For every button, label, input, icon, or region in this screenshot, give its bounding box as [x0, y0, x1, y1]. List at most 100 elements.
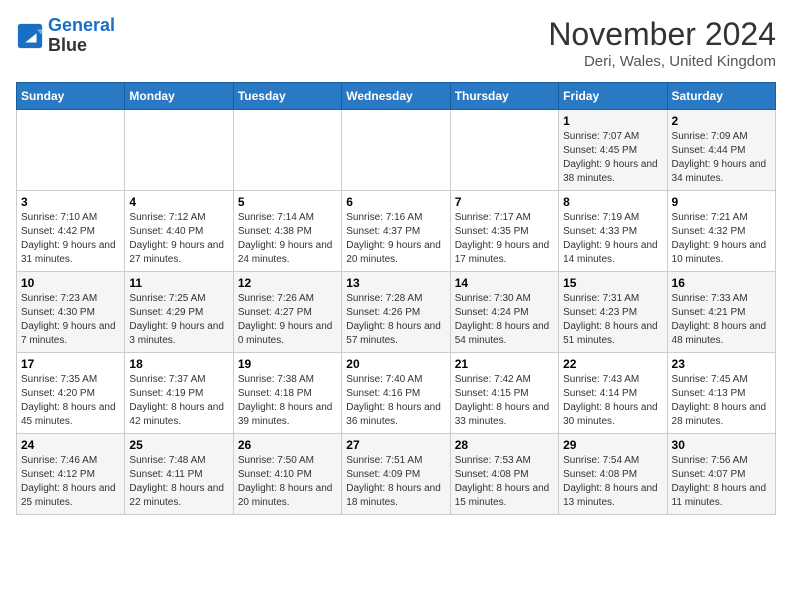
day-info: Sunrise: 7:14 AM Sunset: 4:38 PM Dayligh… [238, 211, 337, 267]
day-number: 30 [672, 438, 771, 452]
calendar-cell: 4 Sunrise: 7:12 AM Sunset: 4:40 PM Daylig… [125, 191, 233, 272]
calendar-cell: 30 Sunrise: 7:56 AM Sunset: 4:07 PM Dayli… [667, 434, 775, 515]
calendar-cell: 6 Sunrise: 7:16 AM Sunset: 4:37 PM Daylig… [342, 191, 450, 272]
calendar-cell: 5Sunrise: 7:14 AM Sunset: 4:38 PM Daylig… [233, 191, 341, 272]
day-info: Sunrise: 7:25 AM Sunset: 4:29 PM Dayligh… [129, 292, 228, 348]
day-header-monday: Monday [125, 83, 233, 110]
logo-icon [16, 22, 44, 50]
day-number: 18 [129, 357, 228, 371]
calendar-cell: 21 Sunrise: 7:42 AM Sunset: 4:15 PM Dayli… [450, 353, 558, 434]
day-info: Sunrise: 7:53 AM Sunset: 4:08 PM Dayligh… [455, 454, 554, 510]
day-info: Sunrise: 7:33 AM Sunset: 4:21 PM Dayligh… [672, 292, 771, 348]
calendar-cell [17, 110, 125, 191]
day-number: 12 [238, 276, 337, 290]
calendar-cell: 16Sunrise: 7:33 AM Sunset: 4:21 PM Dayli… [667, 272, 775, 353]
calendar-cell: 12 Sunrise: 7:26 AM Sunset: 4:27 PM Dayli… [233, 272, 341, 353]
day-number: 17 [21, 357, 120, 371]
calendar-cell: 14 Sunrise: 7:30 AM Sunset: 4:24 PM Dayli… [450, 272, 558, 353]
logo: General Blue [16, 16, 115, 56]
calendar-cell: 26 Sunrise: 7:50 AM Sunset: 4:10 PM Dayli… [233, 434, 341, 515]
calendar-cell: 3Sunrise: 7:10 AM Sunset: 4:42 PM Daylig… [17, 191, 125, 272]
calendar-cell: 9 Sunrise: 7:21 AM Sunset: 4:32 PM Daylig… [667, 191, 775, 272]
day-info: Sunrise: 7:21 AM Sunset: 4:32 PM Dayligh… [672, 211, 771, 267]
day-header-sunday: Sunday [17, 83, 125, 110]
day-info: Sunrise: 7:56 AM Sunset: 4:07 PM Dayligh… [672, 454, 771, 510]
calendar-cell: 11 Sunrise: 7:25 AM Sunset: 4:29 PM Dayli… [125, 272, 233, 353]
day-number: 8 [563, 195, 662, 209]
day-number: 13 [346, 276, 445, 290]
calendar-week-5: 24 Sunrise: 7:46 AM Sunset: 4:12 PM Dayli… [17, 434, 776, 515]
calendar-subtitle: Deri, Wales, United Kingdom [548, 53, 776, 70]
day-number: 2 [672, 114, 771, 128]
day-number: 24 [21, 438, 120, 452]
day-number: 25 [129, 438, 228, 452]
day-number: 9 [672, 195, 771, 209]
calendar-cell [125, 110, 233, 191]
day-info: Sunrise: 7:40 AM Sunset: 4:16 PM Dayligh… [346, 373, 445, 429]
day-info: Sunrise: 7:31 AM Sunset: 4:23 PM Dayligh… [563, 292, 662, 348]
day-info: Sunrise: 7:38 AM Sunset: 4:18 PM Dayligh… [238, 373, 337, 429]
day-info: Sunrise: 7:26 AM Sunset: 4:27 PM Dayligh… [238, 292, 337, 348]
day-info: Sunrise: 7:43 AM Sunset: 4:14 PM Dayligh… [563, 373, 662, 429]
day-info: Sunrise: 7:16 AM Sunset: 4:37 PM Dayligh… [346, 211, 445, 267]
calendar-cell: 19 Sunrise: 7:38 AM Sunset: 4:18 PM Dayli… [233, 353, 341, 434]
day-info: Sunrise: 7:07 AM Sunset: 4:45 PM Dayligh… [563, 130, 662, 186]
day-number: 6 [346, 195, 445, 209]
day-info: Sunrise: 7:23 AM Sunset: 4:30 PM Dayligh… [21, 292, 120, 348]
calendar-cell: 15 Sunrise: 7:31 AM Sunset: 4:23 PM Dayli… [559, 272, 667, 353]
day-number: 26 [238, 438, 337, 452]
day-number: 29 [563, 438, 662, 452]
day-info: Sunrise: 7:51 AM Sunset: 4:09 PM Dayligh… [346, 454, 445, 510]
calendar-cell [342, 110, 450, 191]
calendar-cell [233, 110, 341, 191]
logo-text: General Blue [48, 16, 115, 56]
title-area: November 2024 Deri, Wales, United Kingdo… [548, 16, 776, 70]
day-number: 20 [346, 357, 445, 371]
day-info: Sunrise: 7:48 AM Sunset: 4:11 PM Dayligh… [129, 454, 228, 510]
day-number: 15 [563, 276, 662, 290]
day-info: Sunrise: 7:37 AM Sunset: 4:19 PM Dayligh… [129, 373, 228, 429]
day-info: Sunrise: 7:30 AM Sunset: 4:24 PM Dayligh… [455, 292, 554, 348]
day-info: Sunrise: 7:45 AM Sunset: 4:13 PM Dayligh… [672, 373, 771, 429]
day-number: 22 [563, 357, 662, 371]
day-header-saturday: Saturday [667, 83, 775, 110]
calendar-title: November 2024 [548, 16, 776, 53]
calendar-cell: 8 Sunrise: 7:19 AM Sunset: 4:33 PM Daylig… [559, 191, 667, 272]
calendar-cell: 18 Sunrise: 7:37 AM Sunset: 4:19 PM Dayli… [125, 353, 233, 434]
calendar-table: SundayMondayTuesdayWednesdayThursdayFrid… [16, 82, 776, 515]
day-info: Sunrise: 7:12 AM Sunset: 4:40 PM Dayligh… [129, 211, 228, 267]
logo-line2: Blue [48, 36, 115, 56]
day-number: 4 [129, 195, 228, 209]
day-number: 14 [455, 276, 554, 290]
calendar-week-1: 1 Sunrise: 7:07 AM Sunset: 4:45 PM Daylig… [17, 110, 776, 191]
calendar-cell: 27 Sunrise: 7:51 AM Sunset: 4:09 PM Dayli… [342, 434, 450, 515]
calendar-cell: 28 Sunrise: 7:53 AM Sunset: 4:08 PM Dayli… [450, 434, 558, 515]
day-number: 1 [563, 114, 662, 128]
day-info: Sunrise: 7:28 AM Sunset: 4:26 PM Dayligh… [346, 292, 445, 348]
day-number: 27 [346, 438, 445, 452]
calendar-cell: 25 Sunrise: 7:48 AM Sunset: 4:11 PM Dayli… [125, 434, 233, 515]
day-number: 28 [455, 438, 554, 452]
day-info: Sunrise: 7:19 AM Sunset: 4:33 PM Dayligh… [563, 211, 662, 267]
calendar-cell: 24 Sunrise: 7:46 AM Sunset: 4:12 PM Dayli… [17, 434, 125, 515]
calendar-cell: 7Sunrise: 7:17 AM Sunset: 4:35 PM Daylig… [450, 191, 558, 272]
day-number: 19 [238, 357, 337, 371]
calendar-week-3: 10 Sunrise: 7:23 AM Sunset: 4:30 PM Dayli… [17, 272, 776, 353]
day-info: Sunrise: 7:50 AM Sunset: 4:10 PM Dayligh… [238, 454, 337, 510]
calendar-cell: 29Sunrise: 7:54 AM Sunset: 4:08 PM Dayli… [559, 434, 667, 515]
day-number: 7 [455, 195, 554, 209]
day-number: 21 [455, 357, 554, 371]
day-info: Sunrise: 7:42 AM Sunset: 4:15 PM Dayligh… [455, 373, 554, 429]
calendar-cell: 20 Sunrise: 7:40 AM Sunset: 4:16 PM Dayli… [342, 353, 450, 434]
calendar-cell: 13 Sunrise: 7:28 AM Sunset: 4:26 PM Dayli… [342, 272, 450, 353]
day-info: Sunrise: 7:46 AM Sunset: 4:12 PM Dayligh… [21, 454, 120, 510]
calendar-cell: 1 Sunrise: 7:07 AM Sunset: 4:45 PM Daylig… [559, 110, 667, 191]
day-header-friday: Friday [559, 83, 667, 110]
calendar-week-2: 3Sunrise: 7:10 AM Sunset: 4:42 PM Daylig… [17, 191, 776, 272]
day-info: Sunrise: 7:10 AM Sunset: 4:42 PM Dayligh… [21, 211, 120, 267]
day-number: 10 [21, 276, 120, 290]
day-number: 11 [129, 276, 228, 290]
calendar-week-4: 17Sunrise: 7:35 AM Sunset: 4:20 PM Dayli… [17, 353, 776, 434]
day-header-wednesday: Wednesday [342, 83, 450, 110]
calendar-cell [450, 110, 558, 191]
